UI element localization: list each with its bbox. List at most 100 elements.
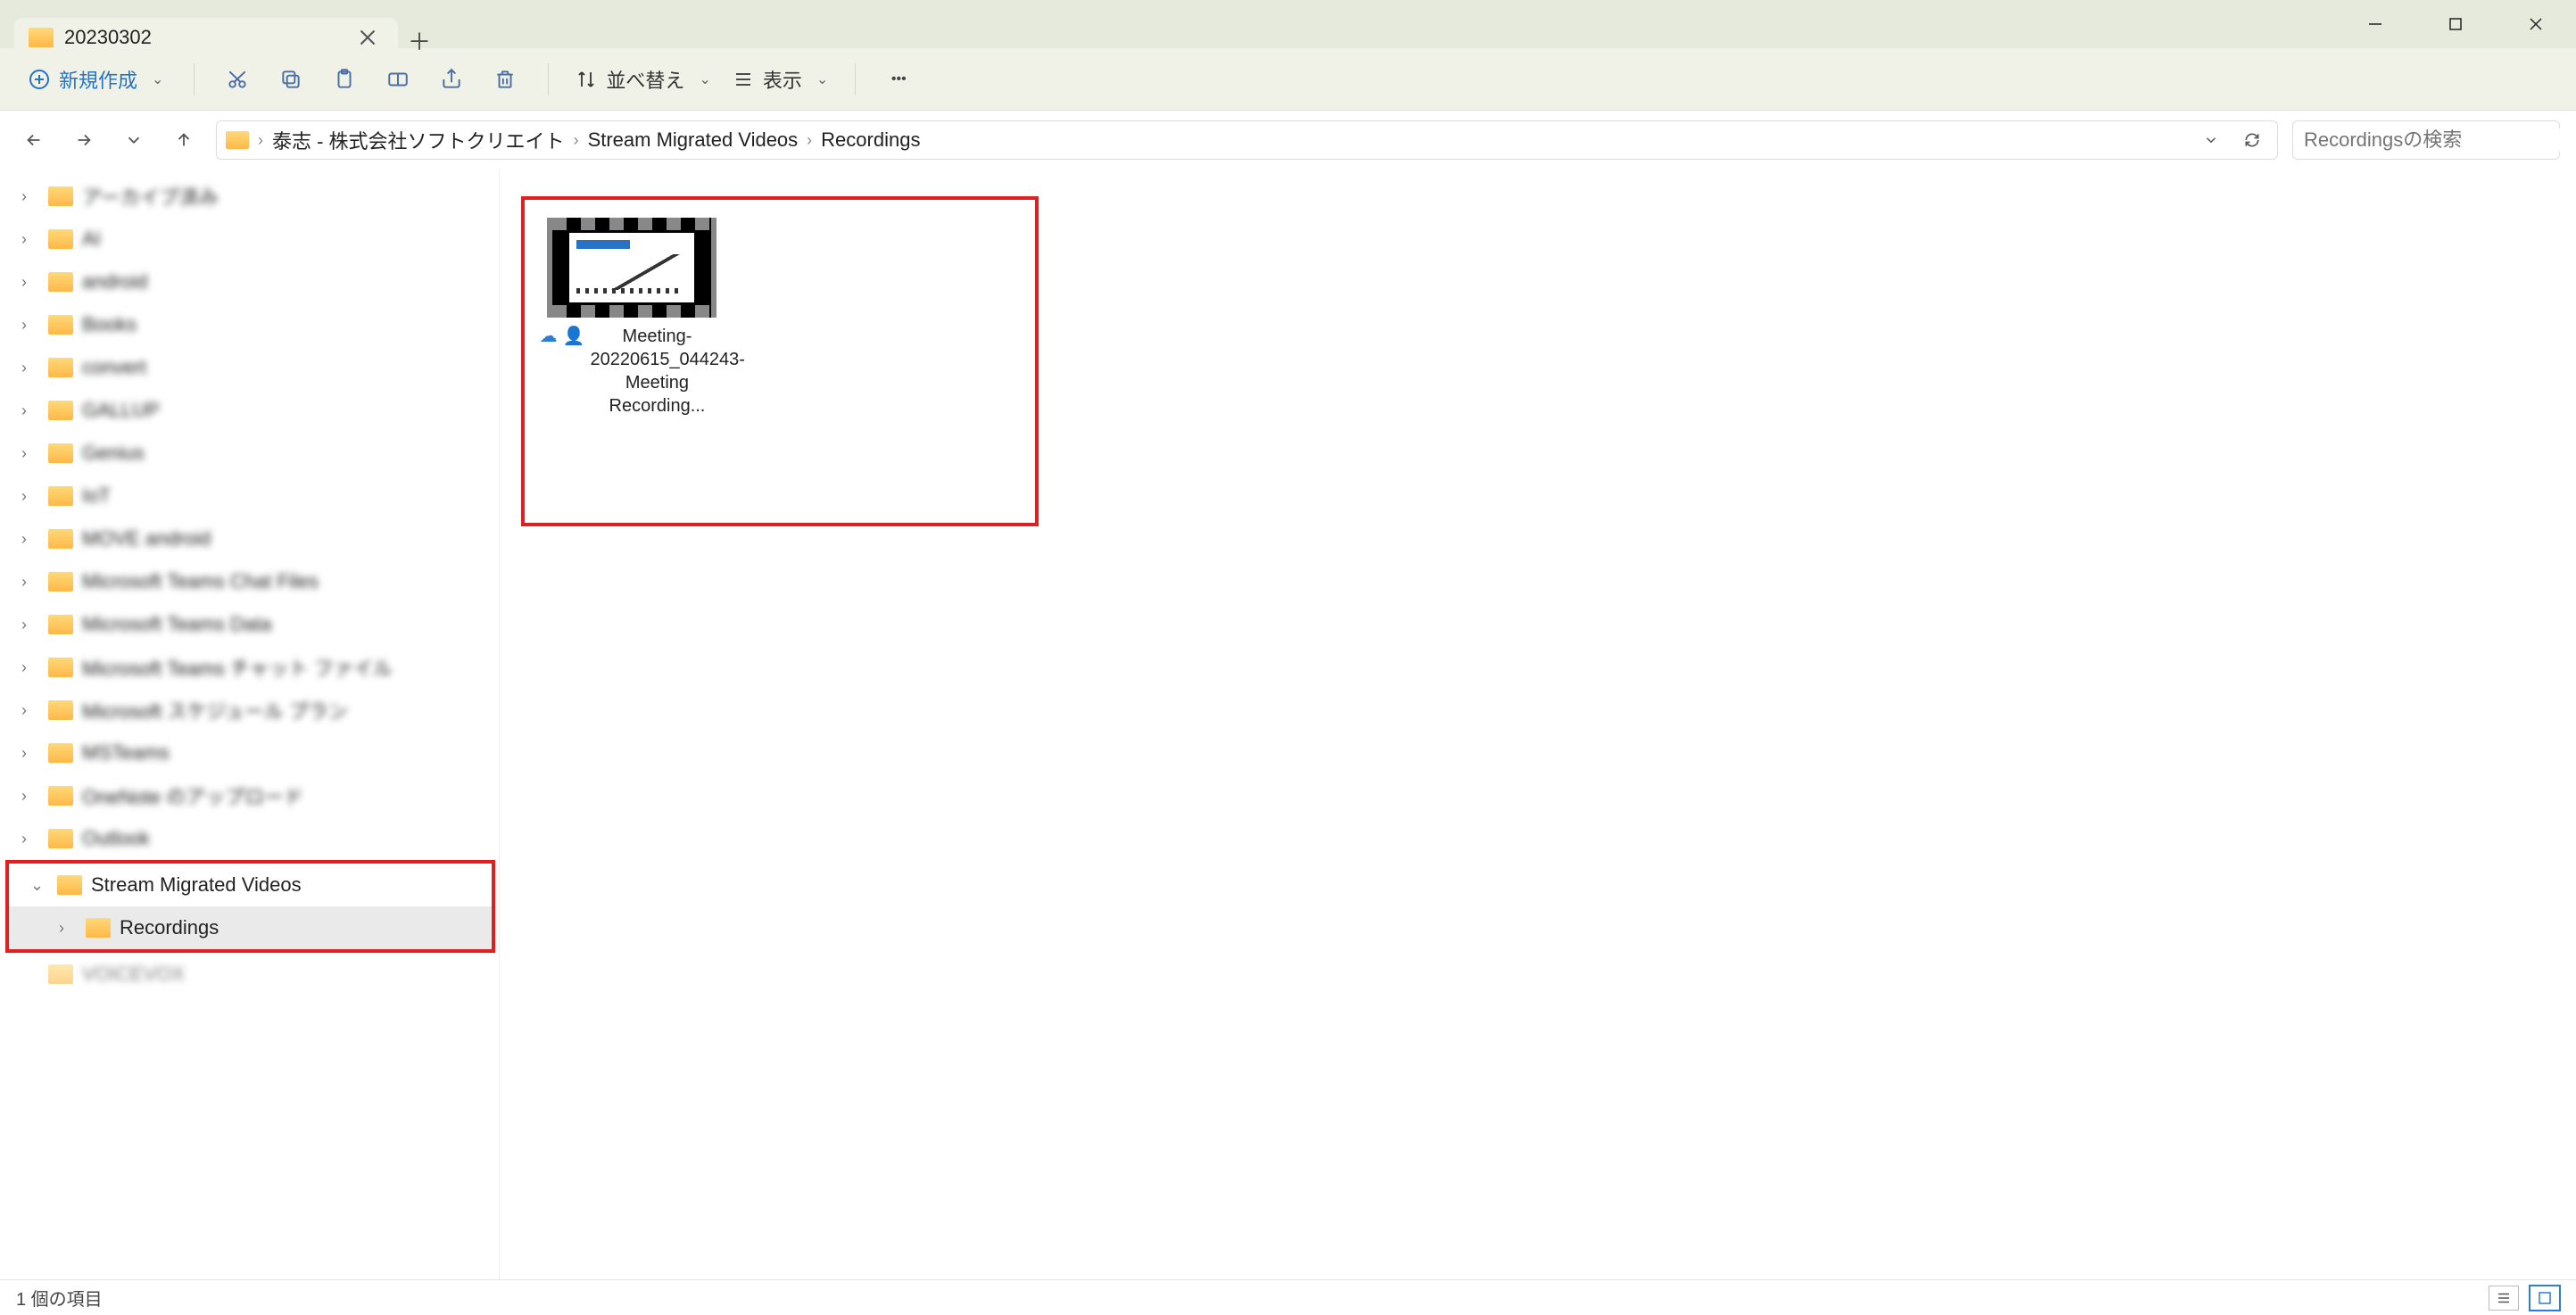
- expand-icon[interactable]: ›: [21, 530, 39, 549]
- more-button[interactable]: •••: [874, 60, 924, 99]
- delete-button[interactable]: [480, 60, 530, 99]
- expand-icon[interactable]: ›: [21, 401, 39, 420]
- folder-icon: [48, 401, 73, 420]
- navigation-pane[interactable]: ›アーカイブ済み›AI›android›Books›convert›GALLUP…: [0, 170, 500, 1279]
- tree-item[interactable]: ›Genius: [0, 432, 499, 475]
- annotation-highlight-content: ☁ 👤 Meeting-20220615_044243-Meeting Reco…: [521, 196, 1039, 526]
- close-window-button[interactable]: [2496, 0, 2576, 48]
- tree-item[interactable]: VOICEVOX: [0, 953, 499, 996]
- tree-item-label: Microsoft Teams チャット ファイル: [82, 653, 393, 682]
- folder-icon: [48, 658, 73, 677]
- sort-button[interactable]: 並べ替え ⌄: [567, 65, 719, 94]
- annotation-highlight-sidebar: ⌄ Stream Migrated Videos › Recordings: [5, 860, 495, 953]
- rename-button[interactable]: [373, 60, 423, 99]
- icons-view-toggle[interactable]: [2530, 1286, 2560, 1311]
- folder-icon: [48, 964, 73, 984]
- content-pane[interactable]: ☁ 👤 Meeting-20220615_044243-Meeting Reco…: [500, 170, 2576, 1279]
- view-button[interactable]: 表示 ⌄: [724, 65, 837, 94]
- breadcrumb-segment[interactable]: Recordings: [821, 128, 920, 152]
- expand-icon[interactable]: ›: [21, 359, 39, 377]
- tree-item[interactable]: › MSTeams: [0, 732, 499, 774]
- folder-icon: [48, 315, 73, 335]
- expand-icon[interactable]: ›: [59, 919, 77, 938]
- view-label: 表示: [763, 65, 802, 94]
- expand-icon[interactable]: ›: [21, 230, 39, 249]
- folder-icon: [48, 186, 73, 206]
- chevron-down-icon: ⌄: [699, 70, 710, 88]
- expand-icon[interactable]: ›: [21, 658, 39, 677]
- search-input[interactable]: [2304, 128, 2561, 152]
- expand-icon[interactable]: ›: [21, 616, 39, 634]
- expand-icon[interactable]: ›: [21, 444, 39, 463]
- paste-button[interactable]: [319, 60, 369, 99]
- tree-item-label: VOICEVOX: [82, 963, 185, 986]
- expand-icon[interactable]: ›: [21, 830, 39, 848]
- address-dropdown-button[interactable]: [2195, 132, 2227, 148]
- tree-item-label: convert: [82, 356, 146, 379]
- folder-icon: [29, 28, 54, 47]
- folder-icon: [48, 829, 73, 848]
- tree-item-label: AI: [82, 227, 101, 251]
- tree-item[interactable]: ›OneNote のアップロード: [0, 774, 499, 817]
- tree-item[interactable]: ›Microsoft Teams Data: [0, 603, 499, 646]
- tree-item[interactable]: ›IoT: [0, 475, 499, 517]
- tree-item[interactable]: › Microsoft Teams Chat Files: [0, 560, 499, 603]
- chevron-down-icon: ⌄: [816, 70, 828, 88]
- collapse-icon[interactable]: ⌄: [30, 876, 48, 895]
- up-button[interactable]: [166, 122, 202, 158]
- search-box[interactable]: [2292, 120, 2560, 160]
- expand-icon[interactable]: ›: [21, 701, 39, 720]
- tree-item-selected[interactable]: › Recordings: [9, 906, 492, 949]
- tree-item[interactable]: › AI: [0, 218, 499, 261]
- video-thumbnail: [547, 218, 716, 318]
- expand-icon[interactable]: ›: [21, 744, 39, 763]
- person-icon: 👤: [563, 325, 585, 348]
- tree-item[interactable]: ›android: [0, 261, 499, 303]
- tree-item[interactable]: ›Microsoft スケジュール プラン: [0, 689, 499, 732]
- tree-item[interactable]: ›GALLUP: [0, 389, 499, 432]
- close-tab-button[interactable]: [357, 27, 378, 48]
- expand-icon[interactable]: ›: [21, 573, 39, 591]
- recent-button[interactable]: [116, 122, 152, 158]
- tree-item-label: MSTeams: [82, 741, 170, 765]
- titlebar: 20230302 ＋: [0, 0, 2576, 48]
- tree-item[interactable]: ›MOVE android: [0, 517, 499, 560]
- address-bar[interactable]: › 泰志 - 株式会社ソフトクリエイト › Stream Migrated Vi…: [216, 120, 2278, 160]
- expand-icon[interactable]: ›: [21, 487, 39, 506]
- tree-item[interactable]: › Microsoft Teams チャット ファイル: [0, 646, 499, 689]
- tab-title: 20230302: [64, 26, 346, 49]
- details-view-toggle[interactable]: [2489, 1286, 2519, 1311]
- tab-current[interactable]: 20230302: [14, 18, 398, 57]
- new-button[interactable]: 新規作成 ⌄: [16, 60, 176, 99]
- expand-icon[interactable]: ›: [21, 787, 39, 806]
- expand-icon[interactable]: ›: [21, 273, 39, 292]
- tree-item[interactable]: ⌄ Stream Migrated Videos: [9, 864, 492, 906]
- folder-icon: [48, 572, 73, 591]
- item-count-label: 1 個の項目: [16, 1285, 103, 1311]
- maximize-button[interactable]: [2415, 0, 2496, 48]
- tree-item[interactable]: › convert: [0, 346, 499, 389]
- chevron-right-icon: ›: [807, 131, 812, 150]
- new-tab-button[interactable]: ＋: [398, 24, 441, 57]
- expand-icon[interactable]: ›: [21, 187, 39, 206]
- refresh-button[interactable]: [2236, 131, 2268, 149]
- folder-icon: [48, 486, 73, 506]
- minimize-button[interactable]: [2335, 0, 2415, 48]
- forward-button[interactable]: [66, 122, 102, 158]
- file-item[interactable]: ☁ 👤 Meeting-20220615_044243-Meeting Reco…: [543, 218, 721, 418]
- tree-item[interactable]: ›Outlook: [0, 817, 499, 860]
- back-button[interactable]: [16, 122, 52, 158]
- tree-item[interactable]: ›Books: [0, 303, 499, 346]
- tree-item-label: Recordings: [120, 916, 219, 939]
- copy-button[interactable]: [266, 60, 316, 99]
- share-button[interactable]: [427, 60, 476, 99]
- tree-item[interactable]: › アーカイブ済み: [0, 175, 499, 218]
- tree-item-label: アーカイブ済み: [82, 182, 219, 211]
- breadcrumb-segment[interactable]: 泰志 - 株式会社ソフトクリエイト: [272, 126, 565, 154]
- expand-icon[interactable]: ›: [21, 316, 39, 335]
- cut-button[interactable]: [212, 60, 262, 99]
- tree-item-label: Microsoft Teams Chat Files: [82, 570, 319, 593]
- status-bar: 1 個の項目: [0, 1279, 2576, 1315]
- breadcrumb-segment[interactable]: Stream Migrated Videos: [588, 128, 799, 152]
- folder-icon: [86, 918, 111, 938]
